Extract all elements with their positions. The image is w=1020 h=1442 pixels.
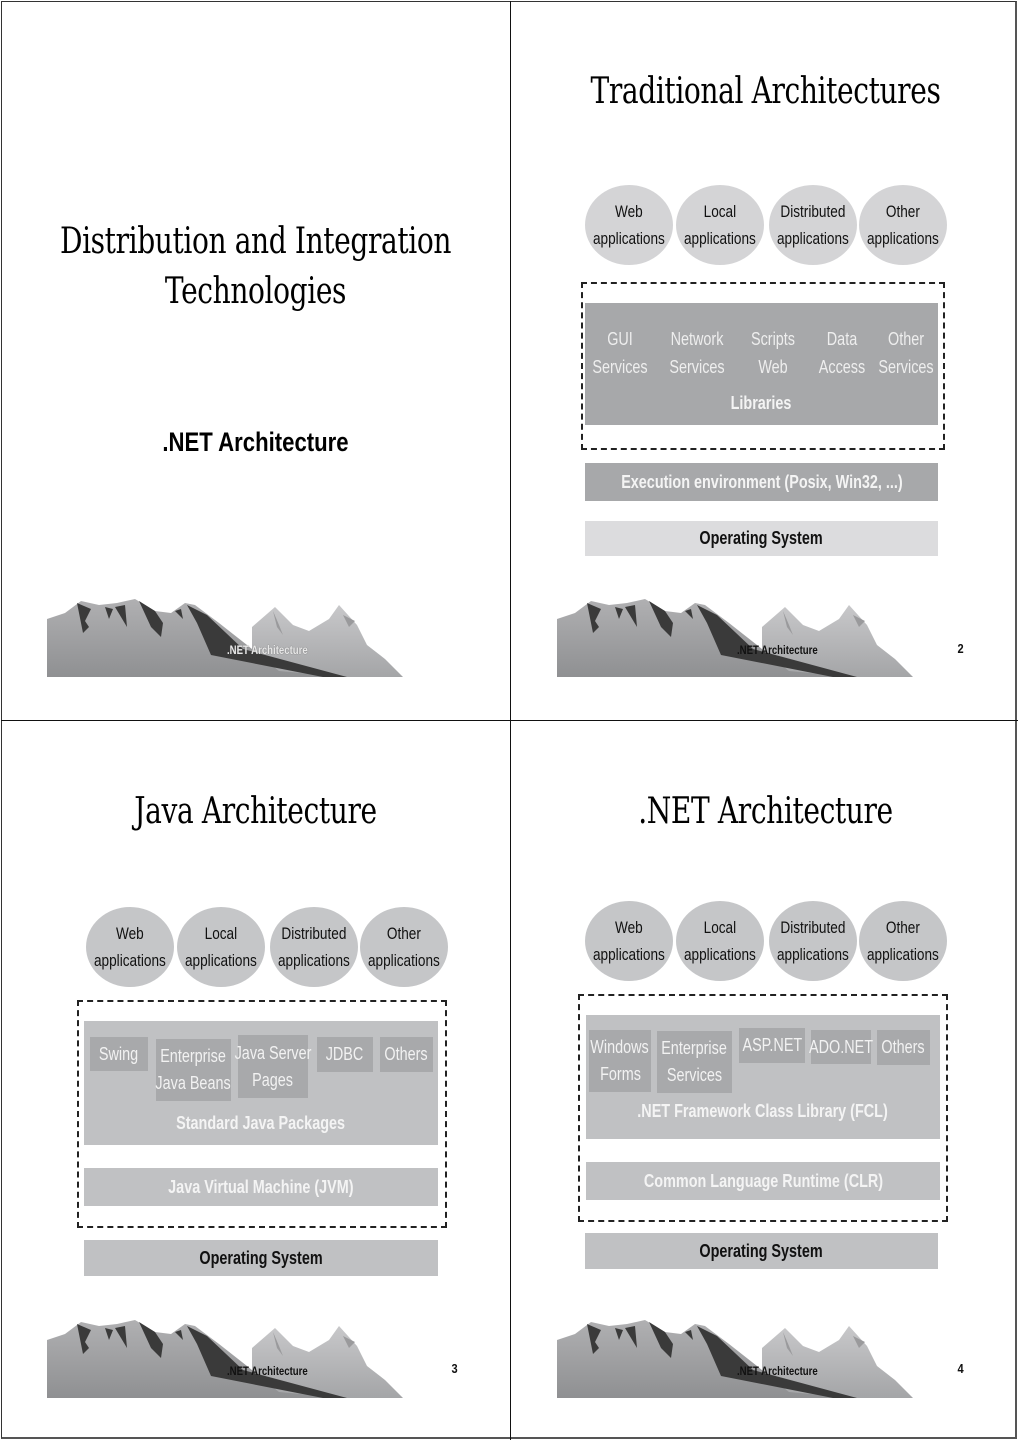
jvm-box: Java Virtual Machine (JVM): [84, 1168, 438, 1206]
footer-label: .NET Architecture: [737, 1364, 818, 1378]
operating-system-box: Operating System: [585, 521, 938, 556]
app-bubble-distributed: Distributed applications: [270, 907, 358, 987]
operating-system-box: Operating System: [84, 1240, 438, 1276]
fcl-enterprise-services: Enterprise Services: [657, 1031, 732, 1093]
app-bubble-other: Other applications: [859, 185, 947, 265]
slide-title: Traditional Architectures: [590, 71, 941, 112]
fcl-ado-net: ADO.NET: [809, 1030, 873, 1064]
app-bubble-local: Local applications: [676, 901, 764, 981]
footer-mountains: .NET Architecture: [557, 597, 917, 679]
pkg-others: Others: [380, 1037, 433, 1072]
applications-row: Web applications Local applications Distri…: [583, 185, 953, 269]
pkg-java-server-pages: Java Server Pages: [235, 1035, 311, 1098]
footer-mountains: .NET Architecture: [47, 1318, 407, 1400]
slide-title: Java Architecture: [134, 791, 377, 832]
footer-mountains: .NET Architecture: [47, 597, 407, 679]
app-bubble-local: Local applications: [177, 907, 265, 987]
footer-label: .NET Architecture: [227, 1364, 308, 1378]
fcl-asp-net: ASP.NET: [739, 1028, 805, 1063]
app-bubble-other: Other applications: [859, 901, 947, 981]
fcl-label: .NET Framework Class Library (FCL): [637, 1101, 889, 1121]
slide-4: .NET Architecture Web applications Local a…: [511, 721, 1020, 1440]
pkg-swing: Swing: [90, 1037, 148, 1071]
footer-label: .NET Architecture: [227, 643, 308, 657]
mountain-banner-icon: [557, 599, 913, 677]
page-number: 3: [451, 1361, 458, 1376]
fcl-others: Others: [877, 1030, 930, 1065]
lib-network-services: Network Services: [669, 329, 725, 377]
clr-box: Common Language Runtime (CLR): [586, 1162, 940, 1200]
libraries-label: Libraries: [731, 393, 792, 413]
slide-2: Traditional Architectures Web application…: [511, 1, 1020, 720]
footer-mountains: .NET Architecture: [557, 1318, 917, 1400]
operating-system-box: Operating System: [585, 1233, 938, 1269]
fcl-box: Windows Forms Enterprise Services ASP.NET …: [586, 1015, 940, 1139]
page-number: 4: [957, 1361, 964, 1376]
app-bubble-other: Other applications: [360, 907, 448, 987]
standard-java-packages-box: Swing Enterprise Java Beans Java Server Pa…: [84, 1021, 438, 1145]
title-line-1: Distribution and Integration: [59, 221, 452, 262]
slide-title: Distribution and Integration Technologie…: [57, 217, 454, 317]
packages-label: Standard Java Packages: [176, 1113, 346, 1133]
slide-3: Java Architecture Web applications Local a…: [1, 721, 510, 1440]
slide-subtitle: .NET Architecture: [162, 427, 349, 457]
applications-row: Web applications Local applications Distri…: [583, 901, 953, 985]
slide-1: Distribution and Integration Technologie…: [1, 1, 510, 720]
slide-title: .NET Architecture: [638, 791, 893, 832]
lib-scripts-web: Scripts Web: [750, 329, 795, 377]
libraries-box: GUI Services Network Services Scripts Web D…: [585, 303, 938, 425]
app-bubble-web: Web applications: [86, 907, 174, 987]
lib-other-services: Other Services: [878, 329, 934, 377]
app-bubble-web: Web applications: [585, 901, 673, 981]
app-bubble-local: Local applications: [676, 185, 764, 265]
lib-data-access: Data Access: [818, 329, 866, 377]
pkg-enterprise-java-beans: Enterprise Java Beans: [156, 1039, 231, 1101]
execution-environment-box: Execution environment (Posix, Win32, ...…: [585, 463, 938, 501]
pkg-jdbc: JDBC: [317, 1037, 373, 1072]
mountain-banner-icon: [47, 1320, 403, 1398]
page-number: 2: [957, 641, 964, 656]
lib-gui-services: GUI Services: [592, 329, 648, 377]
app-bubble-web: Web applications: [585, 185, 673, 265]
mountain-banner-icon: [557, 1320, 913, 1398]
app-bubble-distributed: Distributed applications: [769, 185, 857, 265]
title-line-2: Technologies: [164, 271, 347, 312]
mountain-banner-icon: [47, 599, 403, 677]
fcl-windows-forms: Windows Forms: [589, 1030, 651, 1092]
footer-label: .NET Architecture: [737, 643, 818, 657]
applications-row: Web applications Local applications Distri…: [84, 907, 454, 991]
app-bubble-distributed: Distributed applications: [769, 901, 857, 981]
